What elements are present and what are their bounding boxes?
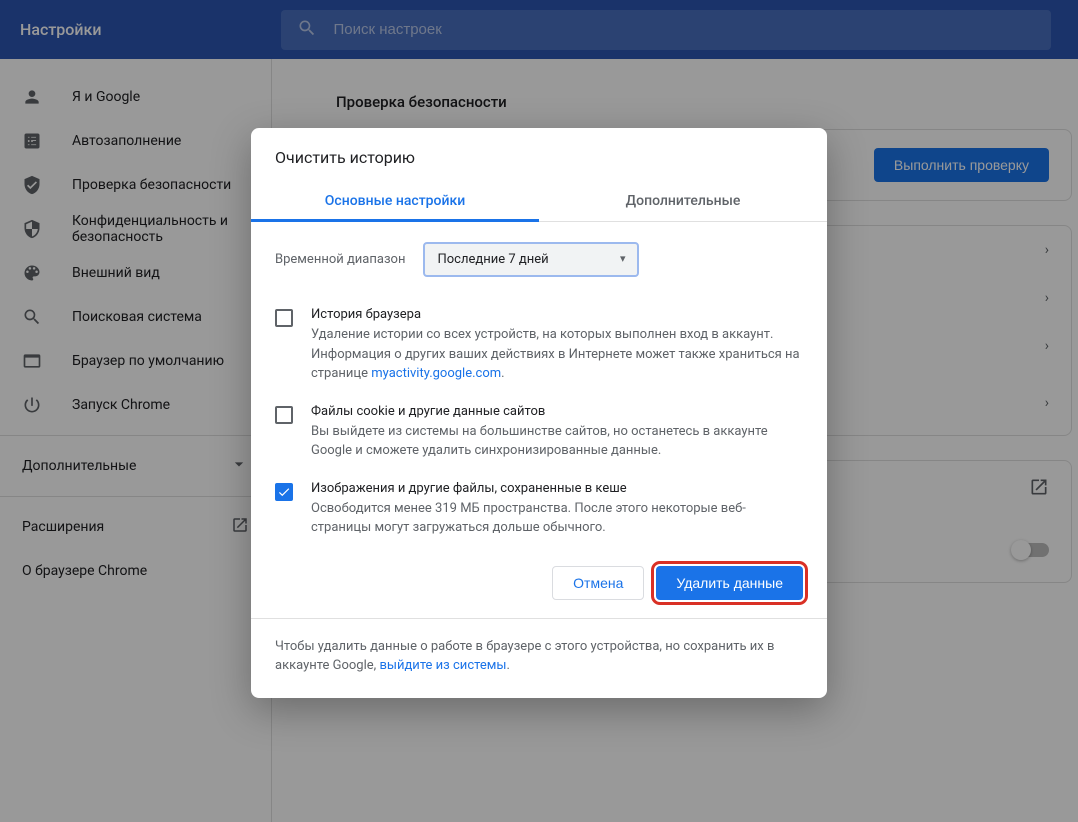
- dialog-footer: Чтобы удалить данные о работе в браузере…: [251, 618, 827, 698]
- myactivity-link[interactable]: myactivity.google.com: [371, 366, 501, 381]
- cancel-button[interactable]: Отмена: [552, 566, 644, 600]
- dialog-title: Очистить историю: [251, 128, 827, 181]
- option-desc: Удаление истории со всех устройств, на к…: [311, 325, 803, 384]
- checkbox[interactable]: [275, 483, 293, 501]
- signout-link[interactable]: выйдите из системы: [379, 658, 506, 673]
- checkbox[interactable]: [275, 309, 293, 327]
- option-title: Файлы cookie и другие данные сайтов: [311, 404, 803, 419]
- option-title: Изображения и другие файлы, сохраненные …: [311, 481, 803, 496]
- time-range-row: Временной диапазон Последние 7 дней: [251, 222, 827, 297]
- time-range-label: Временной диапазон: [275, 252, 405, 267]
- delete-data-button[interactable]: Удалить данные: [656, 566, 803, 600]
- checkbox[interactable]: [275, 406, 293, 424]
- option-row-history: История браузера Удаление истории со все…: [251, 297, 827, 394]
- time-range-select[interactable]: Последние 7 дней: [423, 242, 639, 277]
- option-desc: Освободится менее 319 МБ пространства. П…: [311, 499, 803, 538]
- modal-overlay: Очистить историю Основные настройки Допо…: [0, 0, 1078, 822]
- tab-basic[interactable]: Основные настройки: [251, 181, 539, 221]
- tab-advanced[interactable]: Дополнительные: [539, 181, 827, 221]
- option-desc: Вы выйдете из системы на большинстве сай…: [311, 422, 803, 461]
- option-row-cache: Изображения и другие файлы, сохраненные …: [251, 471, 827, 548]
- dialog-buttons: Отмена Удалить данные: [251, 548, 827, 618]
- option-title: История браузера: [311, 307, 803, 322]
- option-row-cookies: Файлы cookie и другие данные сайтов Вы в…: [251, 394, 827, 471]
- clear-data-dialog: Очистить историю Основные настройки Допо…: [251, 128, 827, 698]
- dialog-tabs: Основные настройки Дополнительные: [251, 181, 827, 222]
